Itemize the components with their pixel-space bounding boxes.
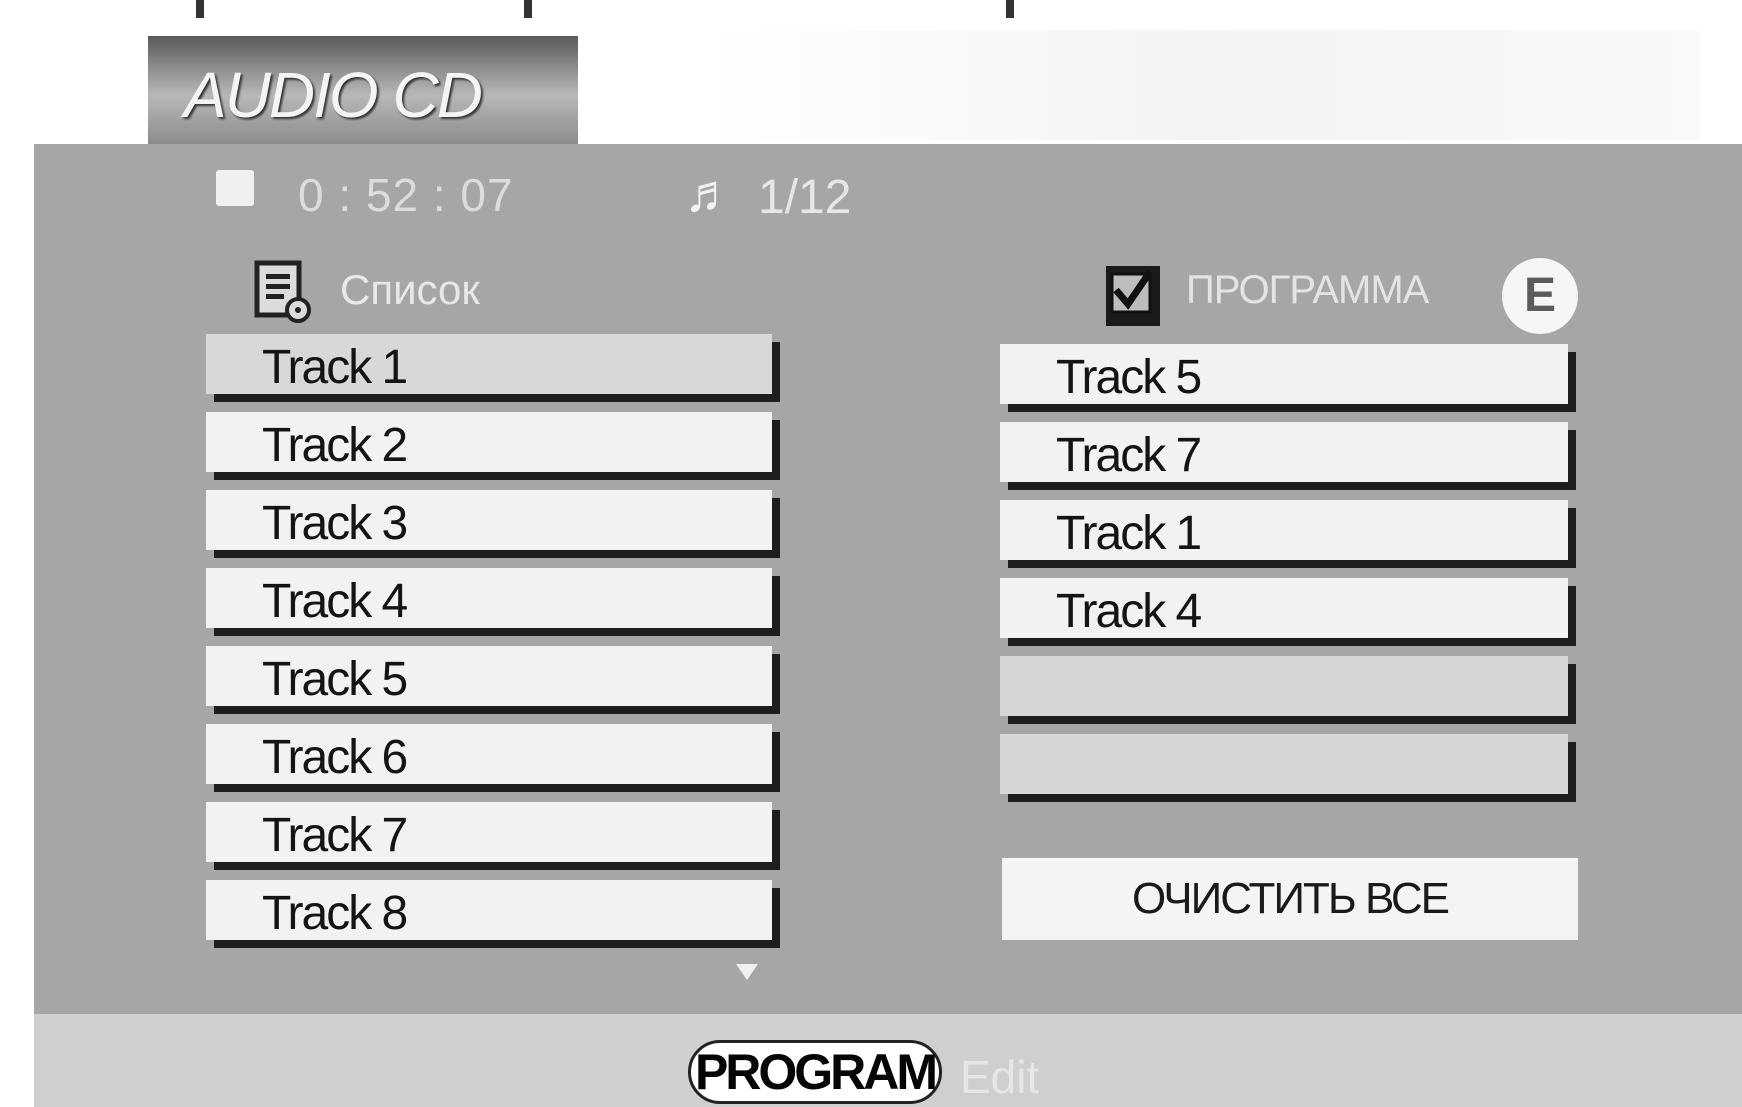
- stop-icon: [216, 170, 254, 206]
- list-label: Список: [340, 266, 480, 313]
- track-label: Track 4: [262, 575, 408, 628]
- decorative-glow: [700, 30, 1700, 140]
- list-item-track[interactable]: Track 7: [206, 802, 772, 862]
- list-item-track[interactable]: Track 2: [206, 412, 772, 472]
- program-label: ПРОГРАММА: [1186, 268, 1429, 312]
- program-button[interactable]: PROGRAM: [688, 1040, 942, 1104]
- tick-mark: [196, 0, 204, 18]
- program-item-track[interactable]: Track 4: [1000, 578, 1568, 638]
- track-label: Track 2: [262, 419, 408, 472]
- header-tab: AUDIO CD: [148, 36, 578, 144]
- list-item-track[interactable]: Track 8: [206, 880, 772, 940]
- track-label: Track 5: [1056, 351, 1202, 404]
- program-item-track[interactable]: Track 7: [1000, 422, 1568, 482]
- e-badge-icon: E: [1502, 258, 1578, 334]
- tick-mark: [1006, 0, 1014, 18]
- checkbox-checked-icon: [1102, 262, 1164, 330]
- list-item-track[interactable]: Track 6: [206, 724, 772, 784]
- tick-mark: [524, 0, 532, 18]
- list-icon: [254, 260, 312, 324]
- track-label: Track 7: [262, 809, 408, 862]
- playback-time: 0 : 52 : 07: [298, 169, 514, 221]
- program-item-empty[interactable]: [1000, 656, 1568, 716]
- track-label: Track 4: [1056, 585, 1202, 638]
- page-title: AUDIO CD: [184, 59, 483, 131]
- edit-label: Edit: [960, 1051, 1040, 1103]
- program-item-track[interactable]: Track 1: [1000, 500, 1568, 560]
- list-item-track[interactable]: Track 3: [206, 490, 772, 550]
- track-label: Track 1: [1056, 507, 1202, 560]
- track-label: Track 8: [262, 887, 408, 940]
- list-item-track[interactable]: Track 1: [206, 334, 772, 394]
- list-item-track[interactable]: Track 5: [206, 646, 772, 706]
- track-label: Track 6: [262, 731, 408, 784]
- music-note-icon: ♬: [684, 165, 736, 223]
- track-label: Track 5: [262, 653, 408, 706]
- track-counter: 1/12: [758, 171, 852, 224]
- program-item-empty[interactable]: [1000, 734, 1568, 794]
- scroll-down-icon[interactable]: [736, 964, 758, 980]
- track-label: Track 7: [1056, 429, 1202, 482]
- track-label: Track 3: [262, 497, 408, 550]
- list-item-track[interactable]: Track 4: [206, 568, 772, 628]
- track-label: Track 1: [262, 341, 408, 394]
- program-item-track[interactable]: Track 5: [1000, 344, 1568, 404]
- clear-all-button[interactable]: ОЧИСТИТЬ ВСЕ: [1002, 858, 1578, 940]
